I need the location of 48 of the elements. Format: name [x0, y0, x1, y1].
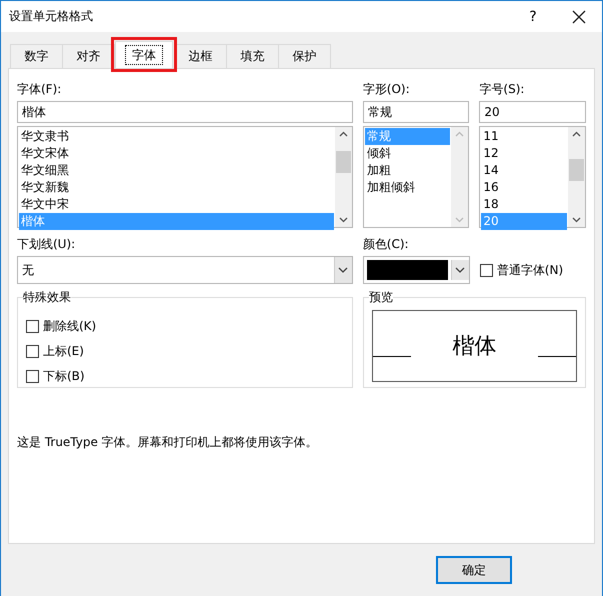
- input-field[interactable]: 常规: [362, 101, 470, 123]
- ok-button[interactable]: 确定: [436, 556, 512, 584]
- checkbox-label: 普通字体(N): [496, 262, 564, 278]
- info-text: 这是 TrueType 字体。屏幕和打印机上都将使用该字体。: [17, 434, 319, 451]
- field-label: 字形(O):: [362, 81, 411, 98]
- group-title: 预览: [368, 289, 393, 306]
- list-item[interactable]: 华文宋体: [19, 145, 334, 162]
- list-item[interactable]: 华文新魏: [19, 179, 334, 196]
- tab[interactable]: 保护: [278, 44, 331, 68]
- tab[interactable]: 数字: [10, 44, 63, 68]
- list-item[interactable]: 11: [481, 128, 567, 145]
- checkbox-label: 上标(E): [43, 343, 84, 360]
- checkbox-label: 下标(B): [43, 368, 85, 385]
- close-icon: [572, 10, 586, 24]
- group-title: 特殊效果: [23, 289, 71, 306]
- scroll-thumb[interactable]: [336, 151, 351, 173]
- underline-dropdown[interactable]: 无: [17, 256, 353, 284]
- list-item[interactable]: 加粗: [364, 162, 450, 179]
- list-item[interactable]: 倾斜: [364, 145, 450, 162]
- list-item[interactable]: 18: [481, 196, 567, 213]
- preview-sample: 楷体: [451, 333, 498, 361]
- checkbox[interactable]: [480, 264, 493, 276]
- field-label: 下划线(U):: [17, 236, 76, 253]
- scrollbar[interactable]: [568, 127, 585, 227]
- field-label: 颜色(C):: [362, 236, 410, 253]
- help-button[interactable]: ?: [510, 1, 556, 32]
- window-title: 设置单元格格式: [9, 8, 94, 25]
- tab[interactable]: 边框: [174, 44, 227, 68]
- list-item[interactable]: 华文中宋: [19, 196, 334, 213]
- field-label: 字号(S):: [479, 81, 526, 98]
- field-label: 字体(F):: [17, 81, 62, 98]
- checkbox[interactable]: [26, 320, 39, 333]
- list-item[interactable]: 16: [481, 179, 567, 196]
- list-item[interactable]: 14: [481, 162, 567, 179]
- input-field[interactable]: 楷体: [17, 101, 353, 123]
- scrollbar[interactable]: [451, 127, 468, 227]
- list-item[interactable]: 加粗倾斜: [364, 179, 450, 196]
- checkbox-label: 删除线(K): [43, 318, 96, 335]
- checkbox[interactable]: [26, 345, 39, 358]
- color-dropdown[interactable]: [362, 256, 470, 284]
- list-item[interactable]: 华文细黑: [19, 162, 334, 179]
- list-item[interactable]: 12: [481, 145, 567, 162]
- input-field[interactable]: 20: [479, 101, 586, 123]
- list-item[interactable]: 华文隶书: [19, 128, 334, 145]
- checkbox[interactable]: [26, 370, 39, 383]
- tab[interactable]: 对齐: [62, 44, 115, 68]
- scroll-thumb[interactable]: [569, 159, 584, 181]
- scrollbar[interactable]: [334, 127, 352, 227]
